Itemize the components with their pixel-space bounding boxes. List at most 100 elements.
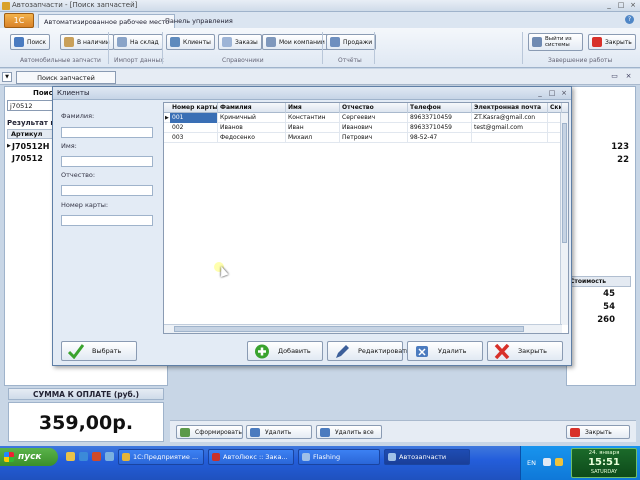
cart-delete-button[interactable]: Удалить <box>246 425 312 439</box>
cart-close-button[interactable]: Закрыть <box>566 425 630 439</box>
minimize-button[interactable]: _ <box>604 1 614 10</box>
patronymic-filter-input[interactable] <box>61 185 153 196</box>
cell-patronymic[interactable]: Сергеевич <box>340 113 408 123</box>
table-row[interactable]: 003 Федосенко Михаил Петрович 98-52-47 <box>164 133 568 143</box>
taskbar-window-1c[interactable]: 1С:Предприятие ... <box>118 449 204 465</box>
form-order-button[interactable]: Сформировать <box>176 425 243 439</box>
column-header-last-name[interactable]: Фамилия <box>218 103 286 113</box>
delete-client-button[interactable]: Удалить <box>407 341 483 361</box>
taskbar-window-autolux[interactable]: АвтоЛюкс :: Зака... <box>208 449 294 465</box>
group-separator <box>162 32 163 64</box>
dialog-maximize-button[interactable]: □ <box>547 88 557 98</box>
tray-network-icon[interactable] <box>543 458 551 466</box>
cell-card-number[interactable]: 002 <box>170 123 218 133</box>
article-column-header[interactable]: Артикул <box>7 129 55 139</box>
cell-card-number[interactable]: 003 <box>170 133 218 143</box>
delete-all-icon <box>320 428 330 437</box>
cell-first-name[interactable]: Константин <box>286 113 340 123</box>
cell-patronymic[interactable]: Петрович <box>340 133 408 143</box>
tab-dropdown-button[interactable]: ▼ <box>2 72 12 82</box>
taskbar-window-autoparts[interactable]: Автозапчасти <box>384 449 470 465</box>
to-stock-button[interactable]: На склад <box>113 34 163 50</box>
quicklaunch-folder-icon[interactable] <box>66 452 75 461</box>
in-stock-button[interactable]: В наличии <box>60 34 114 50</box>
close-window-button[interactable]: × <box>628 1 638 10</box>
cell-phone[interactable]: 89633710459 <box>408 113 472 123</box>
column-header-first-name[interactable]: Имя <box>286 103 340 113</box>
taskbar-window-flashing[interactable]: Flashing <box>298 449 380 465</box>
cart-delete-all-button[interactable]: Удалить все <box>316 425 382 439</box>
plus-icon <box>255 344 269 359</box>
app-menu-button[interactable]: 1С <box>4 13 34 28</box>
cell-email[interactable] <box>472 133 548 143</box>
dialog-close-button[interactable]: × <box>559 88 569 98</box>
logout-button[interactable]: Выйти из системы <box>528 33 583 51</box>
quantity-value: 123 <box>611 142 629 152</box>
select-client-button[interactable]: Выбрать <box>61 341 137 361</box>
quicklaunch-desktop-icon[interactable] <box>105 452 114 461</box>
group-label-import: Импорт данных <box>114 57 164 64</box>
cost-column-header[interactable]: Стоимость <box>567 276 631 287</box>
tab-control-panel[interactable]: Панель управления <box>160 14 238 28</box>
cell-phone[interactable]: 98-52-47 <box>408 133 472 143</box>
cell-phone[interactable]: 89633710459 <box>408 123 472 133</box>
cell-first-name[interactable]: Михаил <box>286 133 340 143</box>
dialog-titlebar: Клиенты _ □ × <box>53 87 571 100</box>
my-companies-button[interactable]: Мои компании <box>262 34 329 50</box>
tab-parts-search[interactable]: Поиск запчастей <box>16 71 116 84</box>
cell-email[interactable]: test@gmail.com <box>472 123 548 133</box>
tab-workplace[interactable]: Автоматизированное рабочее место <box>38 14 176 28</box>
orders-button[interactable]: Заказы <box>218 34 262 50</box>
cell-first-name[interactable]: Иван <box>286 123 340 133</box>
cell-last-name[interactable]: Криничный <box>218 113 286 123</box>
article-row[interactable]: ▶ J70512H <box>7 141 55 152</box>
add-client-button[interactable]: Добавить <box>247 341 323 361</box>
column-header-phone[interactable]: Телефон <box>408 103 472 113</box>
quicklaunch-ie-icon[interactable] <box>79 452 88 461</box>
scrollbar-thumb[interactable] <box>562 123 567 243</box>
group-label-reports: Отчёты <box>338 57 362 64</box>
last-name-filter-input[interactable] <box>61 127 153 138</box>
cell-patronymic[interactable]: Иванович <box>340 123 408 133</box>
card-number-filter-input[interactable] <box>61 215 153 226</box>
sales-icon <box>330 37 340 47</box>
clock-widget[interactable]: 24. января 15:51 SATURDAY <box>571 448 637 478</box>
window-icon <box>302 453 310 461</box>
cost-value: 45 <box>603 289 615 299</box>
help-icon[interactable]: ? <box>625 15 634 24</box>
cell-card-number[interactable]: 001 <box>170 113 218 123</box>
search-icon <box>14 37 24 47</box>
column-header-card-number[interactable]: Номер карты <box>170 103 218 113</box>
tray-volume-icon[interactable] <box>555 458 563 466</box>
form-icon <box>180 428 190 437</box>
table-vertical-scrollbar[interactable] <box>560 113 568 325</box>
cell-last-name[interactable]: Федосенко <box>218 133 286 143</box>
clients-button[interactable]: Клиенты <box>166 34 215 50</box>
table-row[interactable]: ▶ 001 Криничный Константин Сергеевич 896… <box>164 113 568 123</box>
app-icon <box>2 2 10 10</box>
cell-email[interactable]: ZT.Kasra@gmail.con <box>472 113 548 123</box>
table-row[interactable]: 002 Иванов Иван Иванович 89633710459 tes… <box>164 123 568 133</box>
start-button[interactable]: пуск <box>0 448 58 466</box>
pencil-icon <box>336 345 349 358</box>
column-header-discount[interactable]: Ски <box>548 103 562 113</box>
column-header-email[interactable]: Электронная почта <box>472 103 548 113</box>
first-name-filter-input[interactable] <box>61 156 153 167</box>
column-header-patronymic[interactable]: Отчество <box>340 103 408 113</box>
table-horizontal-scrollbar[interactable] <box>164 324 562 333</box>
close-dialog-button[interactable]: Закрыть <box>487 341 563 361</box>
search-button[interactable]: Поиск <box>10 34 51 50</box>
checkmark-icon <box>68 344 84 359</box>
maximize-button[interactable]: □ <box>616 1 626 10</box>
scrollbar-thumb[interactable] <box>174 326 524 332</box>
article-row[interactable]: J70512 <box>7 153 55 164</box>
sales-button[interactable]: Продажи <box>326 34 377 50</box>
edit-client-button[interactable]: Редактировать <box>327 341 410 361</box>
dialog-minimize-button[interactable]: _ <box>535 88 545 98</box>
quicklaunch-media-icon[interactable] <box>92 452 101 461</box>
language-indicator[interactable]: EN <box>527 459 536 467</box>
restore-icon[interactable]: ▭ <box>609 71 620 82</box>
ribbon-close-button[interactable]: Закрыть <box>588 34 636 50</box>
cell-last-name[interactable]: Иванов <box>218 123 286 133</box>
close-tab-icon[interactable]: × <box>623 71 634 82</box>
